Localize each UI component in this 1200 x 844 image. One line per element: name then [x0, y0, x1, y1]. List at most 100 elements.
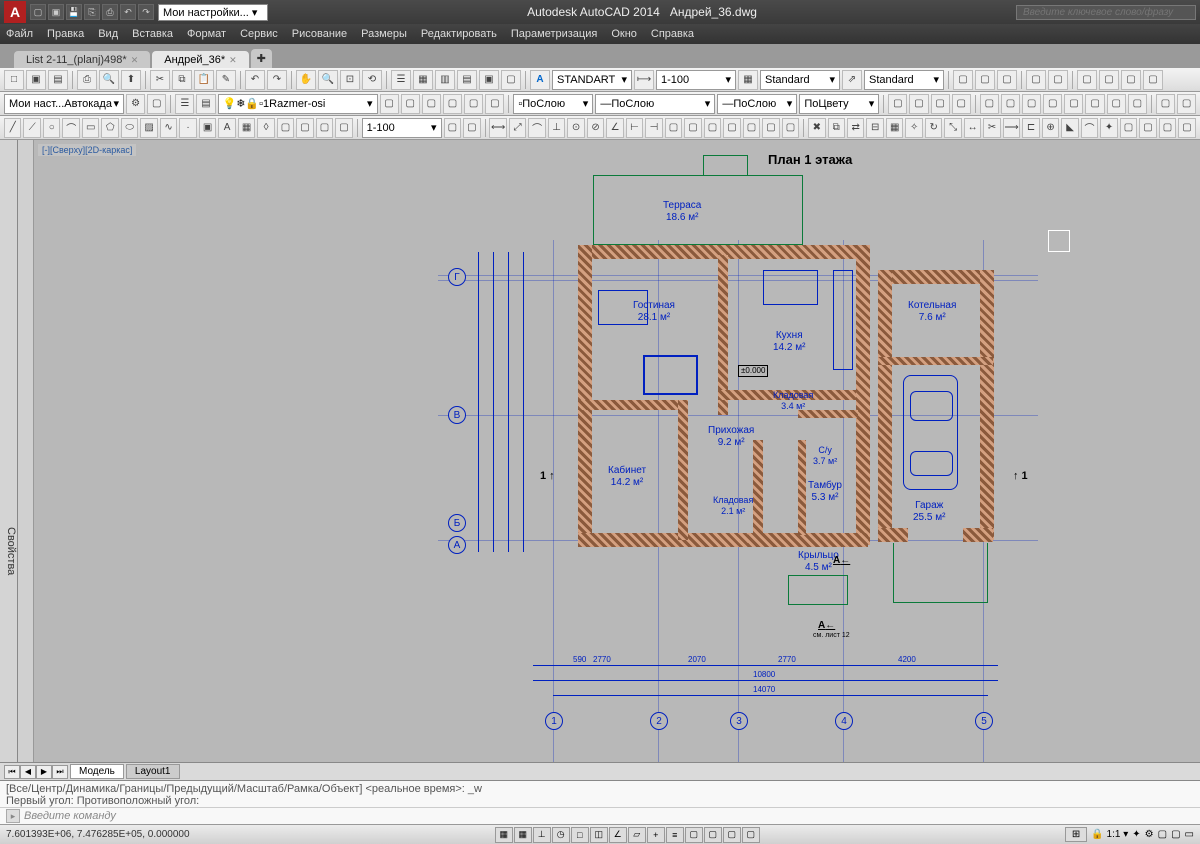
qp-toggle[interactable]: ▢ [704, 827, 722, 843]
annoscale-display[interactable]: 🔒 1:1 ▾ [1091, 829, 1128, 840]
osnap-toggle[interactable]: □ [571, 827, 589, 843]
menu-modify[interactable]: Редактировать [421, 28, 497, 40]
layer-dropdown[interactable]: 💡❄🔒▫ 1Razmer-osi▾ [218, 94, 378, 114]
tool-icon[interactable]: ▢ [1143, 70, 1163, 90]
extend-icon[interactable]: ⟶ [1003, 118, 1020, 138]
rotate-icon[interactable]: ↻ [925, 118, 942, 138]
match-icon[interactable]: ✎ [216, 70, 236, 90]
tablestyle-dropdown[interactable]: Standard▾ [864, 70, 944, 90]
workspace-name-dropdown[interactable]: Мои наст...Автокада▾ [4, 94, 124, 114]
tool-icon[interactable]: ▢ [335, 118, 352, 138]
tool-icon[interactable]: ▢ [1048, 70, 1068, 90]
annoscale-dropdown[interactable]: 1-100▾ [362, 118, 442, 138]
iso-toggle[interactable]: ▢ [1171, 829, 1180, 840]
tool-icon[interactable]: ▢ [980, 94, 999, 114]
tool-icon[interactable]: ▢ [1128, 94, 1147, 114]
gear-icon[interactable]: ⚙ [126, 94, 145, 114]
command-input[interactable]: ▸ Введите команду [0, 807, 1200, 824]
layout-tab-model[interactable]: Модель [70, 764, 124, 779]
tool-icon[interactable]: ▢ [1064, 94, 1083, 114]
mod-icon[interactable]: ▢ [1120, 118, 1137, 138]
pline-icon[interactable]: ⟋ [23, 118, 40, 138]
zoomwin-icon[interactable]: ⊡ [340, 70, 360, 90]
3dosnap-toggle[interactable]: ◫ [590, 827, 608, 843]
layer-icon[interactable]: ▢ [464, 94, 483, 114]
point-icon[interactable]: · [179, 118, 196, 138]
tool-icon[interactable]: ▢ [909, 94, 928, 114]
coordinates-display[interactable]: 7.601393E+06, 7.476285E+05, 0.000000 [6, 829, 190, 840]
polar-toggle[interactable]: ◷ [552, 827, 570, 843]
dim-icon[interactable]: ▢ [743, 118, 760, 138]
add-tab-button[interactable]: ✚ [251, 49, 272, 68]
layer-mgr-icon[interactable]: ☰ [175, 94, 194, 114]
tab-prev-icon[interactable]: ◀ [20, 765, 36, 779]
copy-icon[interactable]: ⧉ [172, 70, 192, 90]
menu-dimension[interactable]: Размеры [361, 28, 407, 40]
sheetset-icon[interactable]: ▤ [457, 70, 477, 90]
close-icon[interactable]: ✕ [229, 55, 237, 66]
help-search-input[interactable] [1016, 5, 1196, 20]
menu-parametric[interactable]: Параметризация [511, 28, 597, 40]
open-icon[interactable]: ▣ [26, 70, 46, 90]
print-icon[interactable]: ⎙ [102, 4, 118, 20]
line-icon[interactable]: ╱ [4, 118, 21, 138]
otrack-toggle[interactable]: ∠ [609, 827, 627, 843]
layer-icon[interactable]: ▢ [443, 94, 462, 114]
saveas-icon[interactable]: ⎘ [84, 4, 100, 20]
dim-radius-icon[interactable]: ⊙ [567, 118, 584, 138]
markup-icon[interactable]: ▣ [479, 70, 499, 90]
textstyle-icon[interactable]: A [530, 70, 550, 90]
tool-icon[interactable]: ▢ [316, 118, 333, 138]
properties-panel-collapsed[interactable]: Свойства [0, 140, 18, 762]
tool-icon[interactable]: ▢ [1156, 94, 1175, 114]
dim-icon[interactable]: ▢ [782, 118, 799, 138]
tab-first-icon[interactable]: ⏮ [4, 765, 20, 779]
ws-icon[interactable]: ▢ [147, 94, 166, 114]
dim-icon[interactable]: ▢ [704, 118, 721, 138]
tablestyle-icon[interactable]: ▦ [738, 70, 758, 90]
preview-icon[interactable]: 🔍 [99, 70, 119, 90]
tool-icon[interactable]: ▢ [1121, 70, 1141, 90]
new-icon[interactable]: □ [4, 70, 24, 90]
layer-icon[interactable]: ▢ [401, 94, 420, 114]
menu-window[interactable]: Окно [611, 28, 637, 40]
layer-icon[interactable]: ▢ [380, 94, 399, 114]
tpy-toggle[interactable]: ▢ [685, 827, 703, 843]
array-icon[interactable]: ▦ [886, 118, 903, 138]
menu-view[interactable]: Вид [98, 28, 118, 40]
redo-icon[interactable]: ↷ [267, 70, 287, 90]
close-icon[interactable]: ✕ [131, 55, 139, 66]
tool-icon[interactable]: ▢ [1099, 70, 1119, 90]
dim-arc-icon[interactable]: ⌒ [528, 118, 545, 138]
grid-toggle[interactable]: ▦ [514, 827, 532, 843]
dimstyle-icon[interactable]: ⟼ [634, 70, 654, 90]
undo-icon[interactable]: ↶ [245, 70, 265, 90]
chamfer-icon[interactable]: ◣ [1061, 118, 1078, 138]
ducs-toggle[interactable]: ▱ [628, 827, 646, 843]
tool-icon[interactable]: ▢ [1107, 94, 1126, 114]
linetype-dropdown[interactable]: — ПоСлою▾ [595, 94, 715, 114]
tool-icon[interactable]: ▢ [1085, 94, 1104, 114]
dim-base-icon[interactable]: ⊢ [626, 118, 643, 138]
spline-icon[interactable]: ∿ [160, 118, 177, 138]
fillet-icon[interactable]: ⌒ [1081, 118, 1098, 138]
open-icon[interactable]: ▣ [48, 4, 64, 20]
dim-ord-icon[interactable]: ⊥ [548, 118, 565, 138]
dcenter-icon[interactable]: ▦ [413, 70, 433, 90]
ws-toggle[interactable]: ⚙ [1145, 829, 1154, 840]
mod-icon[interactable]: ▢ [1139, 118, 1156, 138]
break-icon[interactable]: ⊏ [1022, 118, 1039, 138]
tab-last-icon[interactable]: ⏭ [52, 765, 68, 779]
hw-toggle[interactable]: ▢ [1158, 829, 1167, 840]
mod-icon[interactable]: ▢ [1159, 118, 1176, 138]
tool-icon[interactable]: ▢ [1022, 94, 1041, 114]
menu-edit[interactable]: Правка [47, 28, 84, 40]
dim-aligned-icon[interactable]: ⤢ [509, 118, 526, 138]
pan-icon[interactable]: ✋ [296, 70, 316, 90]
print-icon[interactable]: ⎙ [77, 70, 97, 90]
save-icon[interactable]: 💾 [66, 4, 82, 20]
mirror-icon[interactable]: ⇄ [847, 118, 864, 138]
menu-tools[interactable]: Сервис [240, 28, 278, 40]
layer-state-icon[interactable]: ▤ [196, 94, 215, 114]
menu-file[interactable]: Файл [6, 28, 33, 40]
